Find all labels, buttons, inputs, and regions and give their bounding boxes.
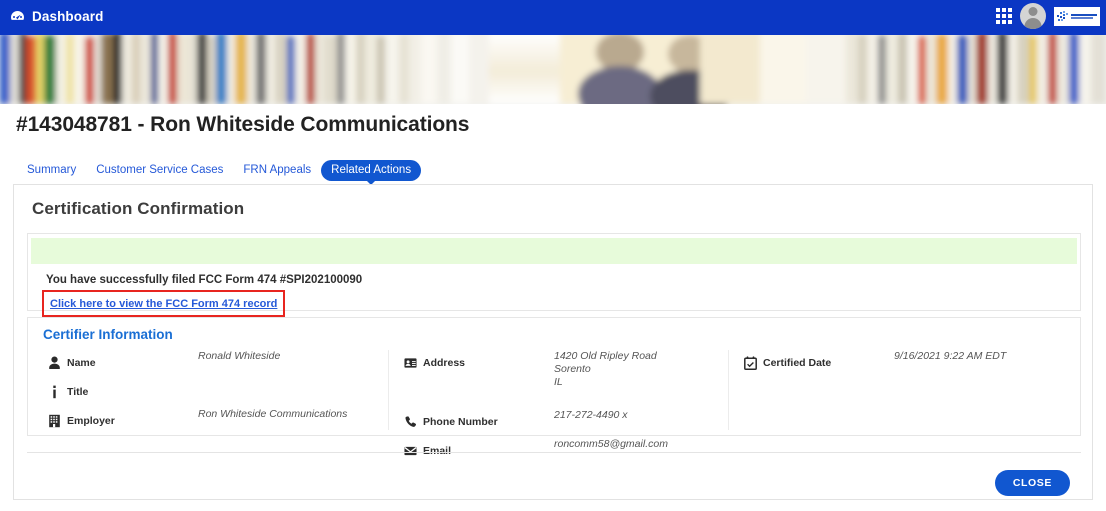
tab-related-actions[interactable]: Related Actions [321, 160, 422, 181]
certifier-column-2: Address 1420 Old Ripley Road Sorento IL … [388, 350, 728, 457]
certifier-information-title: Certifier Information [43, 327, 173, 342]
field-employer-value: Ron Whiteside Communications [198, 408, 348, 420]
field-certified-date: Certified Date 9/16/2021 9:22 AM EDT [744, 350, 1080, 370]
field-title-label: Title [67, 386, 89, 398]
building-icon [49, 414, 60, 428]
field-email: Email roncomm58@gmail.com [404, 438, 728, 458]
calendar-check-icon [744, 356, 757, 370]
certifier-column-1: Name Ronald Whiteside Title Employer Ron… [28, 350, 388, 430]
apps-grid-icon[interactable] [996, 8, 1012, 24]
field-address-label-group: Address [404, 356, 554, 370]
success-message-text: You have successfully filed FCC Form 474… [46, 274, 363, 286]
record-link-highlight: Click here to view the FCC Form 474 reco… [42, 290, 286, 317]
topbar-actions [996, 3, 1100, 29]
field-employer-label: Employer [67, 415, 115, 427]
field-title-label-group: Title [48, 385, 198, 399]
card-heading: Certification Confirmation [32, 199, 245, 218]
avatar[interactable] [1020, 3, 1046, 29]
field-address-label: Address [423, 357, 466, 369]
usac-logo[interactable] [1054, 6, 1100, 26]
topbar-title: Dashboard [32, 8, 104, 24]
field-name: Name Ronald Whiteside [48, 350, 388, 370]
tab-bar: Summary Customer Service Cases FRN Appea… [17, 160, 422, 181]
success-banner [31, 238, 1077, 264]
view-fcc-form-474-record-link[interactable]: Click here to view the FCC Form 474 reco… [50, 298, 277, 310]
field-name-label-group: Name [48, 356, 198, 370]
field-employer-label-group: Employer [48, 414, 198, 428]
phone-icon [405, 416, 417, 427]
certifier-column-3: Certified Date 9/16/2021 9:22 AM EDT [728, 350, 1080, 430]
field-email-value: roncomm58@gmail.com [554, 438, 668, 450]
field-employer: Employer Ron Whiteside Communications [48, 408, 388, 428]
field-email-label-group: Email [404, 444, 554, 458]
top-navigation-bar: Dashboard [0, 0, 1106, 32]
field-certified-date-value: 9/16/2021 9:22 AM EDT [894, 350, 1007, 362]
certifier-information-panel: Certifier Information Name Ronald Whites… [27, 317, 1081, 457]
close-button[interactable]: CLOSE [994, 470, 1070, 496]
field-address: Address 1420 Old Ripley Road Sorento IL [404, 350, 728, 395]
footer-divider [27, 452, 1081, 453]
field-certified-date-label: Certified Date [763, 357, 832, 369]
success-message-panel: You have successfully filed FCC Form 474… [27, 233, 1081, 317]
field-email-label: Email [423, 445, 452, 457]
field-certified-date-label-group: Certified Date [744, 356, 894, 370]
field-phone-number: Phone Number 217-272-4490 x [404, 409, 728, 429]
library-bookshelf-banner [0, 32, 1106, 104]
tab-customer-service-cases[interactable]: Customer Service Cases [86, 160, 233, 181]
usac-logo-text [1071, 13, 1097, 19]
tab-summary[interactable]: Summary [17, 160, 86, 181]
page-title: #143048781 - Ron Whiteside Communication… [16, 113, 470, 136]
field-phone-value: 217-272-4490 x [554, 409, 628, 421]
usac-logo-mark [1057, 10, 1068, 21]
field-phone-label: Phone Number [423, 416, 498, 428]
field-name-label: Name [67, 357, 96, 369]
tab-frn-appeals[interactable]: FRN Appeals [233, 160, 321, 181]
field-phone-label-group: Phone Number [404, 415, 554, 429]
dashboard-icon [10, 10, 25, 23]
person-icon [49, 356, 60, 369]
certification-confirmation-card: Certification Confirmation You have succ… [13, 184, 1093, 500]
field-title: Title [48, 385, 388, 399]
info-icon [53, 385, 56, 399]
topbar-brand[interactable]: Dashboard [10, 9, 103, 24]
field-address-value: 1420 Old Ripley Road Sorento IL [554, 350, 657, 388]
envelope-icon [404, 446, 417, 456]
address-card-icon [404, 358, 417, 368]
field-name-value: Ronald Whiteside [198, 350, 281, 362]
certifier-columns: Name Ronald Whiteside Title Employer Ron… [28, 342, 1080, 457]
